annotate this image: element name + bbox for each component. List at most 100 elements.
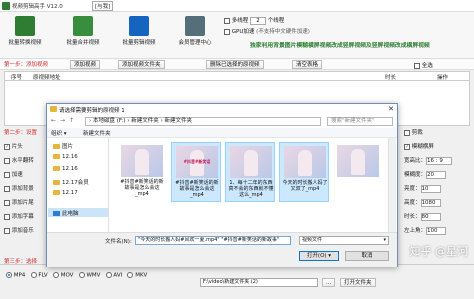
speed-checkbox[interactable] — [4, 171, 10, 178]
brightness-field: 亮度：10 — [404, 184, 441, 193]
background-checkbox[interactable] — [4, 185, 10, 192]
output-path-input[interactable]: F:\video\新建文件夹 (2) — [200, 278, 318, 287]
hflip-checkbox[interactable] — [4, 157, 10, 164]
brightness-input[interactable]: 10 — [420, 184, 441, 193]
batch-merge-button[interactable]: 批量合并视频 — [62, 14, 104, 52]
folder-icon — [53, 166, 60, 171]
video-thumbnail: #抖音#新笑话 — [176, 146, 218, 178]
address-bar[interactable]: › 本地磁盘 (F:) › 新建文件夹 › 新建文件夹 — [85, 117, 321, 126]
computer-icon — [53, 211, 60, 216]
format-flv-radio[interactable] — [30, 272, 37, 278]
format-avi-radio[interactable] — [105, 272, 112, 278]
aspect-field: 宽高比：16 : 9 — [404, 156, 453, 165]
blur-input[interactable]: 20 — [426, 170, 447, 179]
search-input[interactable]: 搜索"新建文件夹" — [327, 117, 393, 126]
duration-field: 时长：80 — [404, 212, 441, 221]
option-subtitle[interactable]: 添加字幕 — [4, 212, 34, 220]
filetype-select[interactable]: 视频文件 ▾ — [299, 236, 389, 245]
browse-button[interactable]: ... — [322, 278, 336, 287]
col-path: 原视频地址 — [33, 75, 61, 81]
select-all-checkbox[interactable] — [414, 62, 420, 69]
video-thumbnail — [284, 146, 326, 178]
member-center-button[interactable]: 会员管理中心 — [174, 14, 216, 52]
open-folder-button[interactable]: 打开文件夹 — [340, 278, 376, 287]
blur-field: 模糊度：20 — [404, 170, 447, 179]
dialog-title: 请选择需要剪辑的原视频 1 — [59, 108, 125, 114]
folder-icon — [53, 154, 60, 159]
duration-input[interactable]: 80 — [420, 212, 441, 221]
list-header: 序号 原视频地址 时长 操作 — [4, 71, 470, 81]
folder-icon — [53, 180, 60, 185]
forward-icon[interactable]: → — [60, 117, 65, 124]
file-tile[interactable]: #抖音#新笑话 #抖音#新笑话的新故事是怎么会这_mp4 — [171, 142, 221, 202]
blur-option[interactable]: 模糊横屏 — [404, 142, 434, 150]
convert-video-icon — [15, 16, 35, 36]
file-tile[interactable]: 今天的时长搬人妈了又双了_mp4 — [279, 142, 329, 202]
add-folder-button[interactable]: 添加视频文件夹 — [118, 60, 165, 69]
nav-item-1216a[interactable]: 12.16 — [53, 154, 78, 160]
nav-item-pictures[interactable]: 图片 — [53, 142, 73, 150]
format-wmv-radio[interactable] — [78, 272, 85, 278]
nav-item-1216b[interactable]: 12.16 — [53, 166, 78, 172]
step3-title: 第三步：选择 — [4, 259, 38, 265]
format-mkv-radio[interactable] — [127, 272, 134, 278]
file-tile[interactable]: #抖音#新笑话的新故事是怎么会这_mp4 — [117, 142, 167, 202]
filename-input[interactable]: "今天的时长搬人妈#风欢一夏.mp4" "#抖音#新笑话的新故事" — [135, 236, 291, 245]
format-mp4-radio[interactable] — [6, 272, 12, 278]
open-button[interactable]: 打开(O) ▾ — [299, 251, 339, 261]
option-intro[interactable]: 片头 — [4, 142, 23, 150]
multi-thread-option: 多线程 2 个线程 — [224, 16, 284, 25]
aspect-input[interactable]: 16 : 9 — [426, 156, 453, 165]
music-checkbox[interactable] — [4, 227, 10, 234]
breadcrumb-folder-1[interactable]: 新建文件夹 — [131, 118, 159, 124]
option-hflip[interactable]: 水平翻转 — [4, 156, 34, 164]
select-all-option: 全选 — [414, 61, 433, 69]
option-speed[interactable]: 加速 — [4, 170, 23, 178]
file-scrollbar[interactable] — [388, 138, 396, 232]
outro-checkbox[interactable] — [4, 199, 10, 206]
app-badge[interactable]: [与我] — [92, 1, 114, 11]
open-file-dialog: 请选择需要剪辑的原视频 1 ✕ ← → ↑ › 本地磁盘 (F:) › 新建文件… — [46, 103, 398, 267]
close-icon[interactable]: ✕ — [388, 105, 394, 113]
app-title: 视频剪辑高手 V12.0 — [12, 4, 63, 10]
merge-video-icon — [73, 16, 93, 36]
subtitle-checkbox[interactable] — [4, 213, 10, 220]
nav-item-this-pc[interactable]: 此电脑 — [53, 209, 79, 217]
cancel-button[interactable]: 取消 — [345, 251, 389, 261]
col-duration: 时长 — [385, 75, 397, 81]
intro-checkbox[interactable] — [4, 143, 10, 150]
back-icon[interactable]: ← — [51, 117, 56, 124]
file-tile[interactable]: 1、每十二年的东西真不会的东西就不懂这么_mp4 — [225, 142, 275, 202]
multi-thread-checkbox[interactable] — [224, 17, 230, 24]
up-icon[interactable]: ↑ — [69, 117, 74, 124]
chevron-down-icon: ▾ — [328, 253, 332, 259]
member-center-icon — [185, 16, 205, 36]
filename-label: 文件名(N): — [105, 239, 132, 245]
delete-selected-button[interactable]: 删除已选择的原视频 — [206, 60, 264, 69]
video-thumbnail — [230, 146, 272, 178]
gpu-checkbox[interactable] — [224, 28, 230, 35]
file-tile[interactable] — [333, 142, 383, 202]
crop-checkbox[interactable] — [404, 129, 410, 136]
crop-option[interactable]: 剪裁 — [404, 128, 423, 136]
nav-item-1217-member[interactable]: 12.17会员 — [53, 178, 89, 186]
nav-item-1217[interactable]: 12.17 — [53, 190, 78, 196]
batch-edit-button[interactable]: 批量剪辑视频 — [118, 14, 160, 52]
thread-count-input[interactable]: 2 — [250, 16, 267, 25]
format-mov-radio[interactable] — [52, 272, 59, 278]
chevron-down-icon: ▾ — [383, 237, 386, 243]
option-music[interactable]: 添加音乐 — [4, 226, 34, 234]
breadcrumb-folder-2[interactable]: 新建文件夹 — [165, 118, 193, 124]
height-input[interactable]: 1080 — [420, 198, 441, 207]
new-folder-button[interactable]: 新建文件夹 — [83, 129, 111, 137]
batch-convert-button[interactable]: 批量转换视频 — [4, 14, 46, 52]
topleft-input[interactable]: 100 — [426, 226, 447, 235]
blur-checkbox[interactable] — [404, 143, 410, 150]
organize-menu[interactable]: 组织 ▾ — [51, 129, 67, 137]
option-outro[interactable]: 添加片尾 — [4, 198, 34, 206]
breadcrumb-drive[interactable]: 本地磁盘 (F:) — [93, 118, 126, 124]
option-background[interactable]: 添加背景 — [4, 184, 34, 192]
col-action: 操作 — [437, 75, 449, 81]
clear-list-button[interactable]: 清空表格 — [292, 60, 323, 69]
add-video-button[interactable]: 添加视频 — [70, 60, 101, 69]
